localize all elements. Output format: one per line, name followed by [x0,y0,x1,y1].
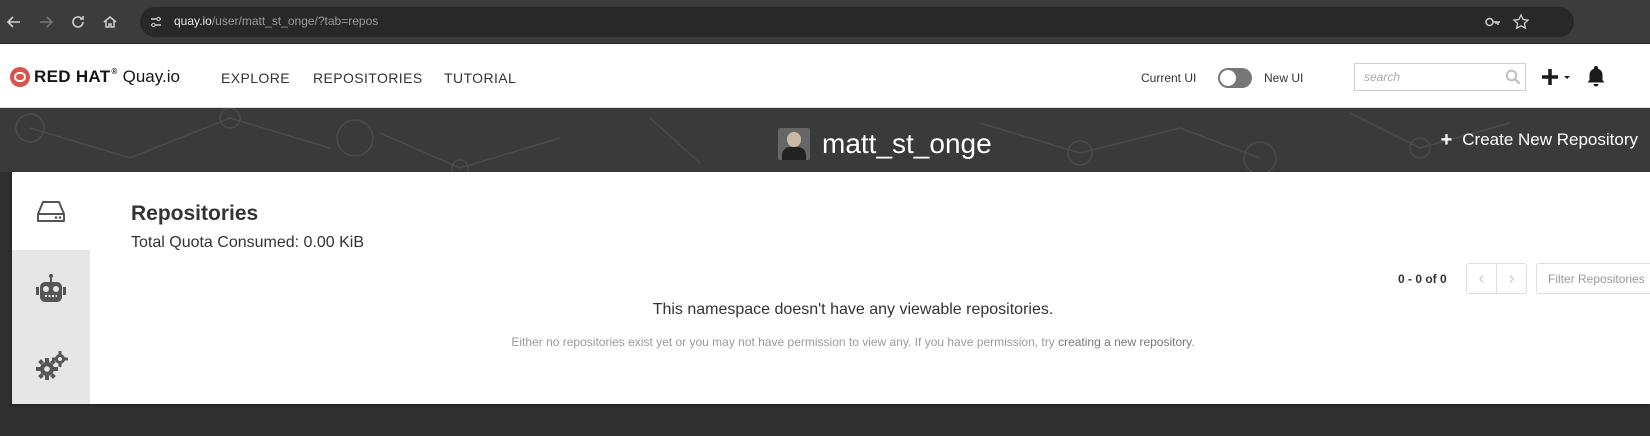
tab-settings[interactable] [12,327,90,405]
app-header: RED HAT® Quay.io EXPLORE REPOSITORIES TU… [0,44,1650,108]
search-icon[interactable] [1505,69,1521,85]
empty-state-suffix: . [1191,335,1195,349]
password-key-icon[interactable] [1484,13,1502,31]
bell-icon[interactable] [1584,64,1608,88]
brand-redhat-label: RED HAT [34,67,111,86]
plus-icon[interactable] [1540,66,1574,88]
robot-icon [36,274,66,302]
tab-robot-accounts[interactable] [12,250,90,328]
nav-repositories[interactable]: REPOSITORIES [313,70,423,86]
redhat-logo-icon [10,67,30,87]
bookmark-star-icon[interactable] [1512,13,1530,31]
filter-repositories-input[interactable] [1537,264,1650,293]
empty-state-description: Either no repositories exist yet or you … [90,335,1616,349]
pagination-count: 0 - 0 of 0 [1398,272,1447,286]
nav-tutorial[interactable]: TUTORIAL [444,70,516,86]
pagination-prev-button[interactable]: ‹ [1466,263,1497,294]
new-ui-label: New UI [1264,71,1304,85]
side-tabs [12,172,90,404]
current-ui-label: Current UI [1141,71,1197,85]
plus-icon: + [1440,128,1453,151]
browser-toolbar: quay.io/user/matt_st_onge/?tab=repos [0,0,1650,44]
site-info-icon[interactable] [146,12,166,32]
forward-icon[interactable] [35,11,57,33]
empty-state-text: Either no repositories exist yet or you … [511,335,1059,349]
url-text: quay.io/user/matt_st_onge/?tab=repos [174,14,378,28]
hard-drive-icon [37,201,65,222]
search-box [1354,63,1526,91]
avatar-body [782,147,806,160]
avatar-head [787,132,801,147]
search-input[interactable] [1355,64,1495,90]
brand-registered-mark: ® [111,67,118,76]
back-icon[interactable] [3,11,25,33]
ui-version-toggle[interactable] [1218,68,1252,88]
brand-redhat-text: RED HAT® [34,67,118,87]
empty-state-title: This namespace doesn't have any viewable… [652,301,1054,318]
create-new-repository-label: Create New Repository [1462,130,1638,149]
toggle-knob [1220,70,1236,86]
brand-product-name: Quay.io [122,67,180,86]
tab-repositories[interactable] [12,172,90,250]
avatar [778,128,810,160]
username-title: matt_st_onge [822,128,992,159]
user-banner: matt_st_onge + Create New Repository [0,108,1650,172]
filter-box [1536,263,1650,294]
gears-icon [36,351,68,380]
nav-explore[interactable]: EXPLORE [221,70,290,86]
repositories-panel: Repositories Total Quota Consumed: 0.00 … [12,172,1650,404]
repositories-content: Repositories Total Quota Consumed: 0.00 … [90,172,1650,404]
home-icon[interactable] [99,11,121,33]
url-path: /user/matt_st_onge/?tab=repos [211,14,379,28]
address-bar[interactable]: quay.io/user/matt_st_onge/?tab=repos [140,7,1574,37]
url-host: quay.io [174,14,212,28]
quota-consumed: Total Quota Consumed: 0.00 KiB [131,234,365,251]
reload-icon[interactable] [67,11,89,33]
create-repository-link[interactable]: creating a new repository [1058,335,1191,349]
pagination-next-button[interactable]: › [1496,263,1527,294]
section-title: Repositories [131,202,259,225]
brand-logo[interactable]: RED HAT® Quay.io [10,65,180,89]
create-new-repository-button[interactable]: + Create New Repository [1441,130,1638,150]
